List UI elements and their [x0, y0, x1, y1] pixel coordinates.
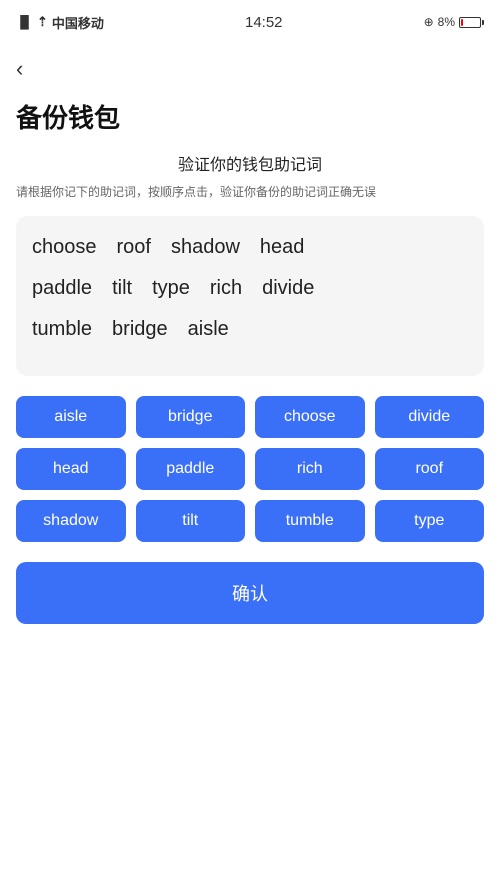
- display-word: rich: [210, 277, 242, 300]
- confirm-area: 确认: [0, 562, 500, 624]
- signal-icon: ▐▌: [16, 15, 33, 29]
- display-word: roof: [117, 236, 151, 259]
- word-button-rich[interactable]: rich: [255, 448, 365, 490]
- word-button-bridge[interactable]: bridge: [136, 396, 246, 438]
- display-word: type: [152, 277, 190, 300]
- section-title: 验证你的钱包助记词: [16, 151, 484, 175]
- word-button-head[interactable]: head: [16, 448, 126, 490]
- battery-icon: [459, 17, 484, 28]
- display-word: choose: [32, 236, 97, 259]
- header: ‹: [0, 44, 500, 86]
- status-right: ⊕ 8%: [424, 15, 484, 29]
- word-button-divide[interactable]: divide: [375, 396, 485, 438]
- display-word: shadow: [171, 236, 240, 259]
- word-button-tilt[interactable]: tilt: [136, 500, 246, 542]
- display-word: divide: [262, 277, 314, 300]
- word-buttons-grid: aisle bridge choose divide head paddle r…: [0, 396, 500, 542]
- status-bar: ▐▌ ⇡ 中国移动 14:52 ⊕ 8%: [0, 0, 500, 44]
- word-button-type[interactable]: type: [375, 500, 485, 542]
- word-button-shadow[interactable]: shadow: [16, 500, 126, 542]
- page-title: 备份钱包: [0, 86, 500, 151]
- status-carrier: ▐▌ ⇡ 中国移动: [16, 13, 104, 32]
- display-word: tumble: [32, 318, 92, 341]
- word-button-roof[interactable]: roof: [375, 448, 485, 490]
- display-word: bridge: [112, 318, 168, 341]
- display-word: tilt: [112, 277, 132, 300]
- word-display-area: choose roof shadow head paddle tilt type…: [16, 216, 484, 376]
- display-row-1: choose roof shadow head: [32, 236, 468, 259]
- section-desc: 请根据你记下的助记词，按顺序点击，验证你备份的助记词正确无误: [16, 183, 484, 202]
- word-button-tumble[interactable]: tumble: [255, 500, 365, 542]
- display-row-3: tumble bridge aisle: [32, 318, 468, 341]
- confirm-button[interactable]: 确认: [16, 562, 484, 624]
- display-word: paddle: [32, 277, 92, 300]
- display-word: head: [260, 236, 305, 259]
- word-button-choose[interactable]: choose: [255, 396, 365, 438]
- display-row-2: paddle tilt type rich divide: [32, 277, 468, 300]
- hotspot-icon: ⊕: [424, 15, 434, 29]
- battery-percentage: 8%: [438, 15, 455, 29]
- word-button-paddle[interactable]: paddle: [136, 448, 246, 490]
- status-time: 14:52: [245, 14, 283, 31]
- back-button[interactable]: ‹: [16, 52, 31, 86]
- display-word: aisle: [188, 318, 229, 341]
- wifi-icon: ⇡: [37, 14, 48, 30]
- verify-section: 验证你的钱包助记词 请根据你记下的助记词，按顺序点击，验证你备份的助记词正确无误…: [0, 151, 500, 376]
- word-button-aisle[interactable]: aisle: [16, 396, 126, 438]
